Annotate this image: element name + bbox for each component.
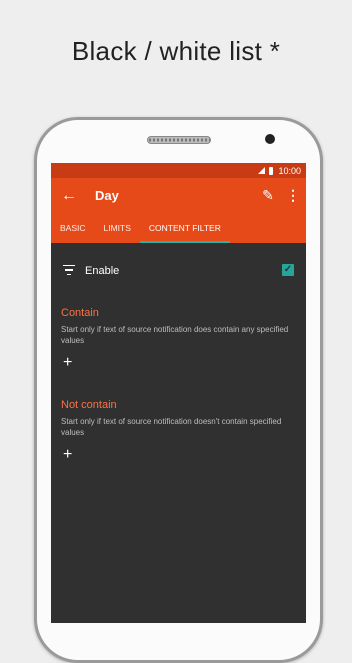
enable-label: Enable — [85, 265, 120, 277]
status-bar: 10:00 — [51, 163, 306, 178]
tab-basic[interactable]: BASIC — [51, 213, 95, 243]
tab-limits[interactable]: LIMITS — [95, 213, 140, 243]
enable-checkbox[interactable]: ✓ — [282, 264, 294, 276]
not-contain-title: Not contain — [61, 399, 117, 411]
speaker-grille — [147, 136, 211, 144]
enable-row[interactable]: Enable ✓ — [51, 259, 306, 283]
front-camera — [265, 134, 275, 144]
not-contain-description: Start only if text of source notificatio… — [61, 417, 282, 437]
tab-content-filter[interactable]: CONTENT FILTER — [139, 213, 230, 243]
promo-caption: Black / white list * — [71, 36, 281, 66]
toolbar-title: Day — [95, 188, 119, 203]
signal-icon — [258, 167, 266, 174]
contain-title: Contain — [61, 307, 99, 319]
arrow-back-icon[interactable]: ← — [51, 187, 87, 205]
phone-frame: 10:00 ← Day ✎ ⋮ BASIC LIMITS CONTENT FIL… — [34, 117, 323, 663]
more-vert-icon[interactable]: ⋮ — [284, 187, 302, 204]
contain-description: Start only if text of source notificatio… — [61, 325, 289, 345]
app-toolbar: ← Day ✎ ⋮ — [51, 178, 306, 213]
battery-icon — [269, 166, 274, 175]
tab-bar: BASIC LIMITS CONTENT FILTER — [51, 213, 306, 243]
add-not-contain-value-button[interactable]: + — [63, 447, 72, 463]
status-time: 10:00 — [278, 165, 301, 176]
filter-icon — [63, 265, 75, 276]
app-screen: 10:00 ← Day ✎ ⋮ BASIC LIMITS CONTENT FIL… — [51, 163, 306, 623]
pencil-icon[interactable]: ✎ — [258, 187, 278, 204]
add-contain-value-button[interactable]: + — [63, 355, 72, 371]
